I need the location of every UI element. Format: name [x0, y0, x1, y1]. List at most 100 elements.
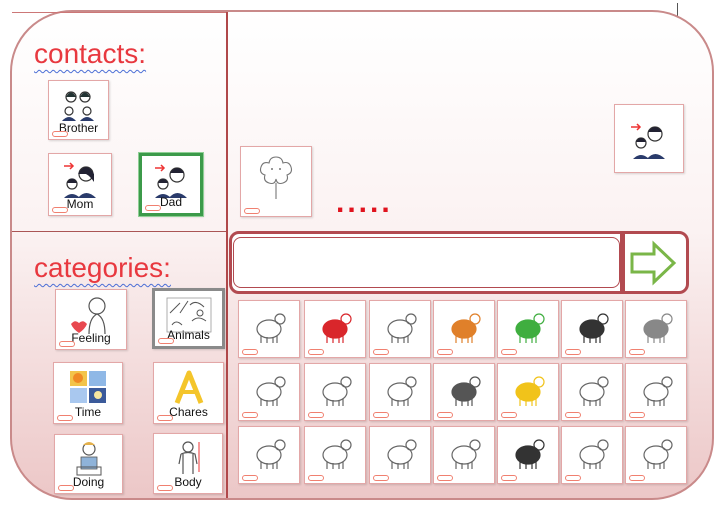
logo-mark	[565, 412, 581, 418]
logo-mark	[58, 485, 74, 491]
deer-icon	[256, 439, 286, 469]
animal-card-bear[interactable]	[561, 426, 623, 484]
top-divider	[12, 12, 226, 13]
logo-mark	[629, 412, 645, 418]
elephant-icon	[387, 376, 417, 406]
dragon-icon	[256, 376, 286, 406]
animal-card-deer[interactable]	[238, 426, 300, 484]
logo-mark	[59, 341, 75, 347]
mom-child-icon	[64, 162, 96, 198]
letter-a-icon	[174, 370, 203, 404]
sentence-separator	[620, 233, 625, 292]
logo-mark	[244, 208, 260, 214]
category-card-time[interactable]: Time	[53, 362, 123, 424]
logo-mark	[158, 338, 174, 344]
logo-mark	[501, 349, 517, 355]
logo-mark	[373, 412, 389, 418]
category-card-feeling[interactable]: Feeling	[55, 289, 127, 350]
ellipsis-indicator: .....	[336, 186, 393, 219]
speak-button[interactable]	[628, 240, 678, 286]
right-arrow-icon	[630, 240, 677, 286]
ladybug-icon	[322, 313, 352, 343]
animal-card-bee[interactable]	[497, 363, 559, 421]
bird-icon	[451, 439, 481, 469]
contact-card-mom[interactable]: Mom	[48, 153, 112, 216]
polar-bear-icon	[579, 376, 609, 406]
animal-card-zebra[interactable]	[561, 300, 623, 358]
logo-mark	[52, 207, 68, 213]
animal-card-monkey[interactable]	[369, 300, 431, 358]
cat-sitting-icon	[387, 439, 417, 469]
bat-icon	[643, 439, 673, 469]
logo-mark	[52, 131, 68, 137]
animal-card-polar-bear[interactable]	[561, 363, 623, 421]
logo-mark	[501, 475, 517, 481]
logo-mark	[242, 475, 258, 481]
bear-icon	[579, 439, 609, 469]
heart-person-icon	[71, 297, 106, 334]
brother-people-icon	[61, 91, 94, 121]
animal-card-frog[interactable]	[497, 300, 559, 358]
animal-card-dog[interactable]	[304, 363, 366, 421]
logo-mark	[373, 475, 389, 481]
logo-mark	[629, 349, 645, 355]
horse-icon	[451, 376, 481, 406]
dad-child-icon	[155, 164, 187, 198]
tiger-icon	[451, 313, 481, 343]
animal-card-elephant[interactable]	[369, 363, 431, 421]
logo-mark	[57, 415, 73, 421]
animal-card-cat-sitting[interactable]	[369, 426, 431, 484]
logo-mark	[629, 475, 645, 481]
sentence-card-pending[interactable]	[240, 146, 312, 217]
logo-mark	[437, 475, 453, 481]
logo-mark	[157, 415, 173, 421]
goose-icon	[643, 376, 673, 406]
contact-card-brother[interactable]: Brother	[48, 80, 109, 140]
animal-card-cow[interactable]	[497, 426, 559, 484]
animal-card-bat[interactable]	[625, 426, 687, 484]
animal-card-bird[interactable]	[433, 426, 495, 484]
logo-mark	[373, 349, 389, 355]
dog-icon	[322, 376, 352, 406]
chicken-icon	[322, 439, 352, 469]
animal-card-horse[interactable]	[433, 363, 495, 421]
category-card-doing[interactable]: Doing	[54, 434, 123, 494]
animal-card-dragon[interactable]	[238, 363, 300, 421]
body-outline-icon	[178, 441, 200, 474]
animal-card-butterfly[interactable]	[238, 300, 300, 358]
contacts-heading: contacts:	[34, 38, 147, 69]
category-card-chares[interactable]: Chares	[153, 362, 224, 424]
logo-mark	[565, 475, 581, 481]
categories-heading: categories:	[34, 252, 171, 283]
animal-card-ladybug[interactable]	[304, 300, 366, 358]
category-card-animals[interactable]: Animals	[152, 288, 225, 349]
logo-mark	[145, 205, 161, 211]
hand-flower-icon	[259, 156, 293, 199]
monkey-icon	[387, 313, 417, 343]
animal-card-goose[interactable]	[625, 363, 687, 421]
recipient-card[interactable]	[614, 104, 684, 173]
contact-card-dad[interactable]: Dad	[138, 152, 204, 217]
bee-icon	[515, 376, 545, 406]
time-weather-icon	[70, 371, 106, 403]
logo-mark	[242, 412, 258, 418]
cat-icon	[643, 313, 673, 343]
logo-mark	[501, 412, 517, 418]
logo-mark	[308, 475, 324, 481]
animal-card-tiger[interactable]	[433, 300, 495, 358]
animal-card-chicken[interactable]	[304, 426, 366, 484]
logo-mark	[565, 349, 581, 355]
animal-card-cat[interactable]	[625, 300, 687, 358]
parent-child-faces-icon	[631, 123, 665, 159]
logo-mark	[437, 412, 453, 418]
butterfly-icon	[256, 313, 286, 343]
logo-mark	[308, 349, 324, 355]
category-card-body[interactable]: Body	[153, 433, 223, 494]
logo-mark	[308, 412, 324, 418]
section-divider	[12, 231, 226, 232]
logo-mark	[242, 349, 258, 355]
frog-icon	[515, 313, 545, 343]
sentence-input[interactable]	[233, 237, 620, 288]
cow-icon	[515, 439, 545, 469]
person-activity-icon	[76, 442, 101, 476]
